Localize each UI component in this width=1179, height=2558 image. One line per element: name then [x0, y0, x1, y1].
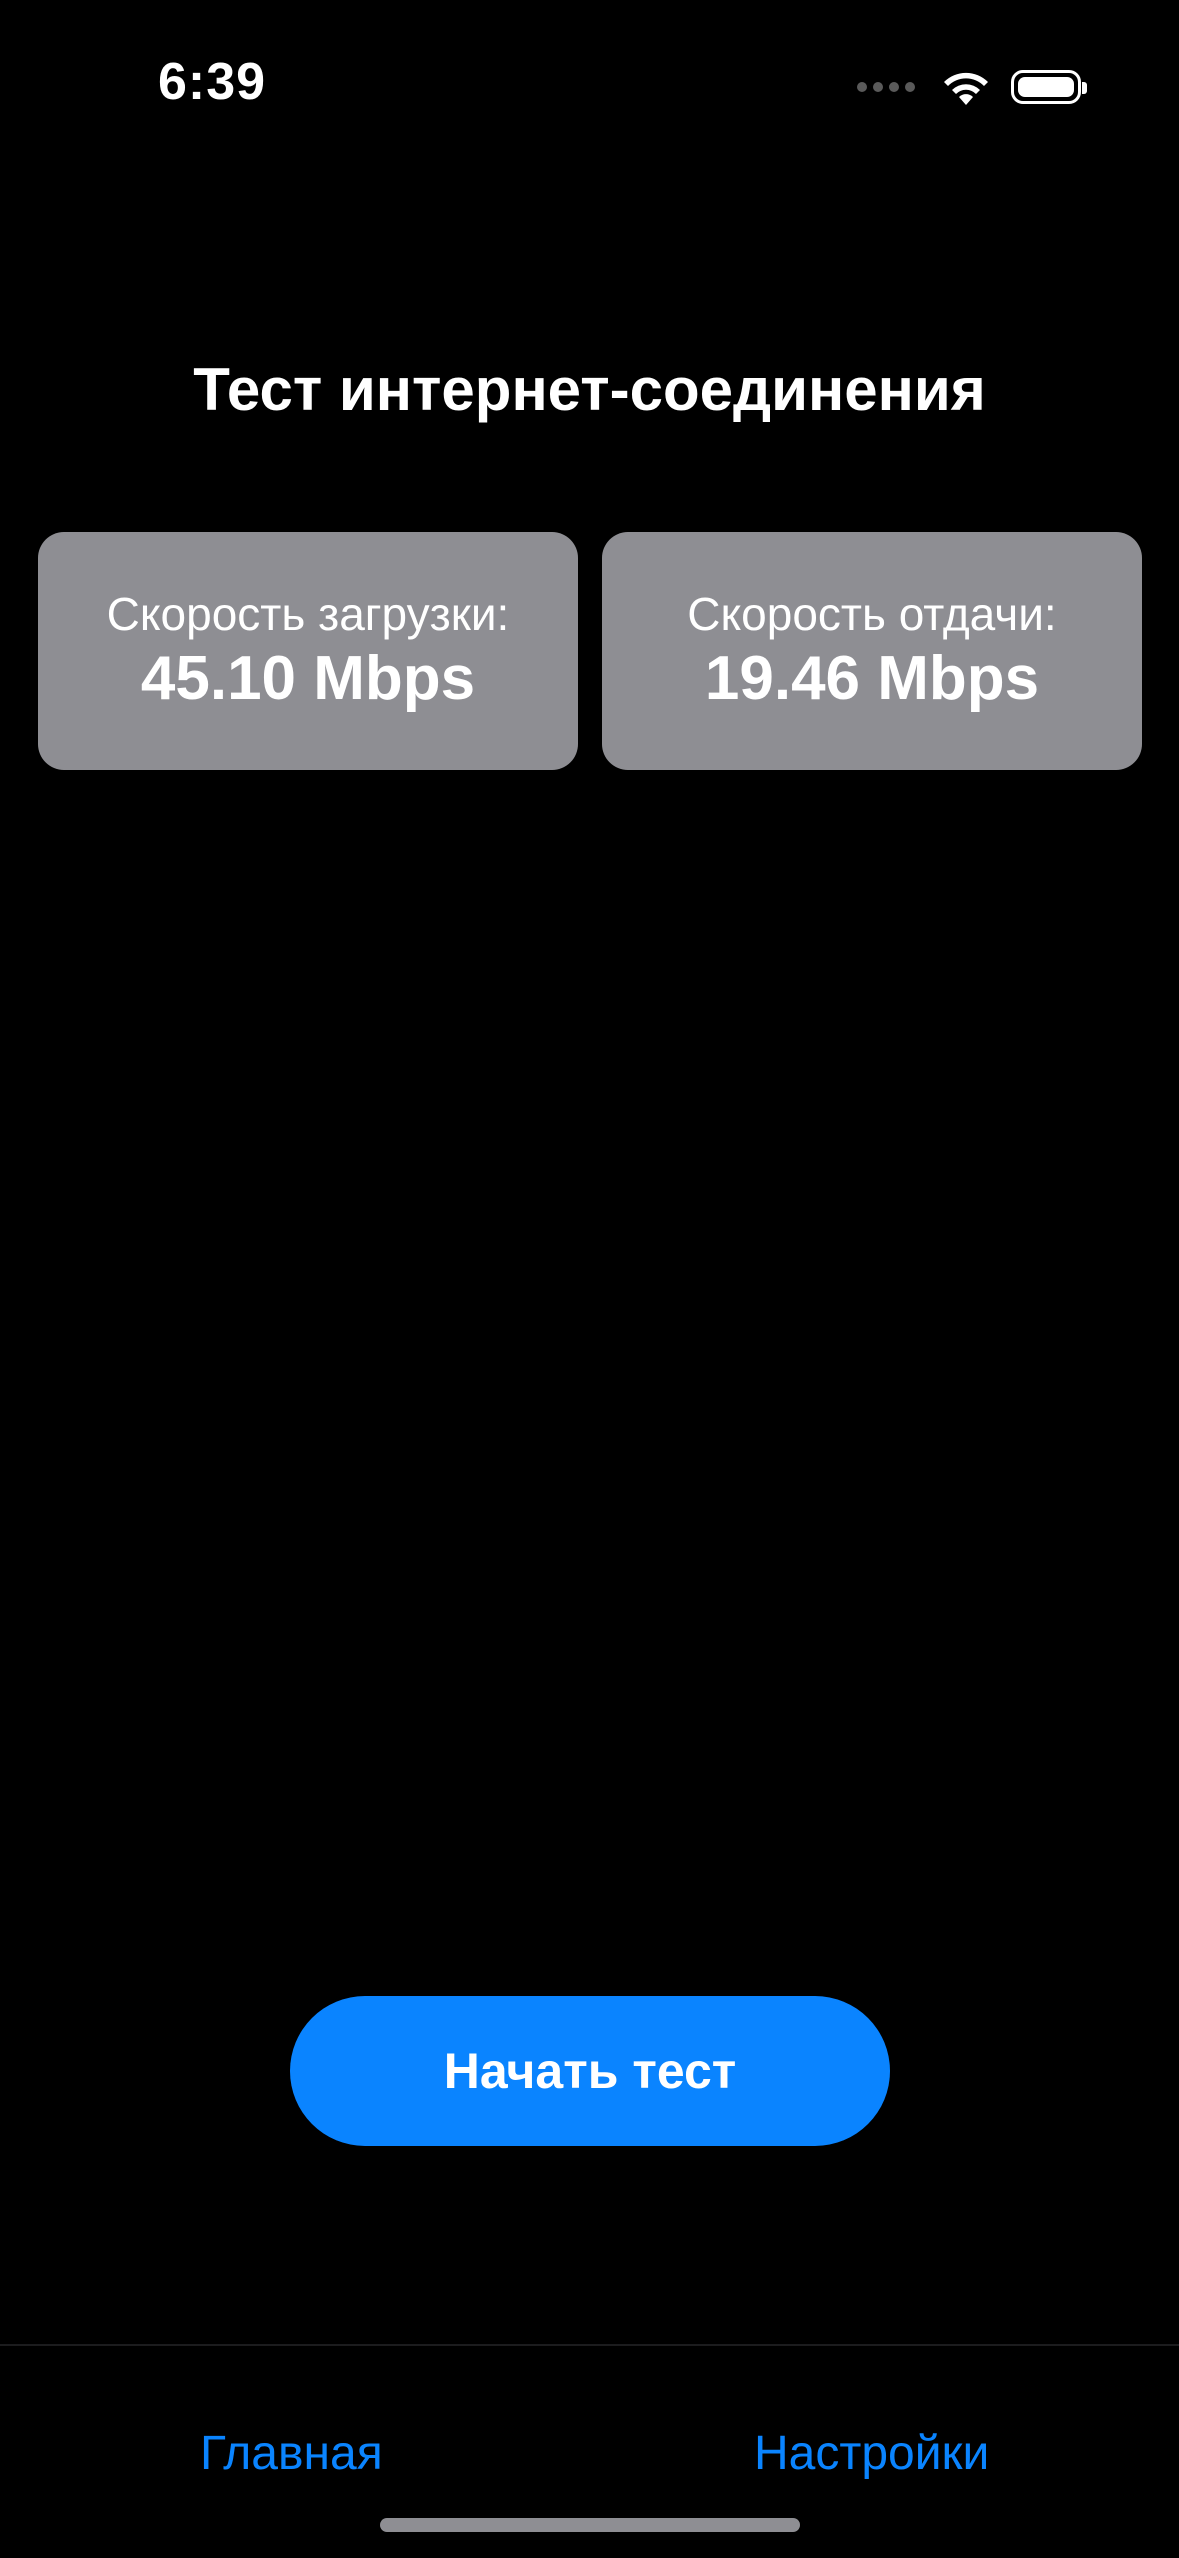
start-test-button[interactable]: Начать тест	[290, 1996, 890, 2146]
upload-speed-label: Скорость отдачи:	[687, 587, 1057, 640]
cellular-icon	[857, 82, 915, 92]
status-icons	[857, 62, 1087, 112]
status-time: 6:39	[158, 53, 267, 111]
tab-settings[interactable]: Настройки	[754, 2426, 989, 2481]
download-speed-card: Скорость загрузки: 45.10 Mbps	[38, 532, 578, 770]
home-indicator[interactable]	[380, 2518, 800, 2532]
download-speed-value: 45.10 Mbps	[140, 644, 476, 714]
upload-speed-value: 19.46 Mbps	[704, 644, 1040, 714]
tab-bar: Главная Настройки	[0, 2344, 1179, 2558]
upload-speed-card: Скорость отдачи: 19.46 Mbps	[602, 532, 1142, 770]
battery-icon	[1011, 70, 1087, 104]
wifi-icon	[944, 72, 988, 105]
page-title: Тест интернет-соединения	[193, 356, 986, 423]
speed-cards: Скорость загрузки: 45.10 Mbps Скорость о…	[38, 532, 1142, 770]
tab-home[interactable]: Главная	[200, 2426, 383, 2481]
download-speed-label: Скорость загрузки:	[106, 587, 510, 640]
